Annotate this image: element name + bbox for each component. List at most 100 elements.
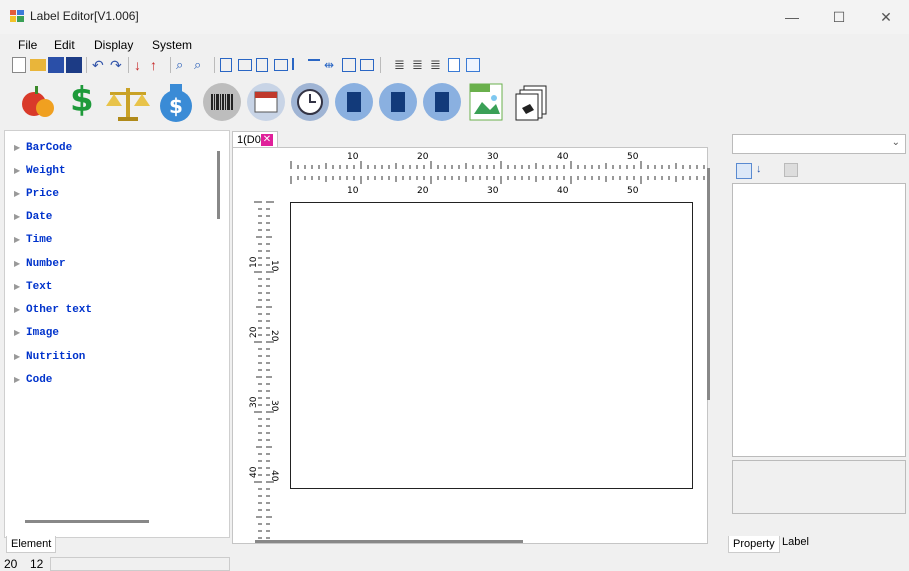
expand-arrow-icon[interactable]: ▶ [14,328,26,337]
tab-label[interactable]: Label [778,534,813,550]
label-canvas[interactable] [290,202,693,489]
expand-arrow-icon[interactable]: ▶ [14,375,26,384]
page-icon[interactable] [448,58,460,72]
tree-item-label: Text [26,281,53,293]
align-top-icon[interactable] [238,59,252,71]
nutrition-pages-icon[interactable] [512,82,552,122]
tree-item-label: Nutrition [26,351,86,363]
horizontal-scrollbar[interactable] [255,540,523,543]
align-left-icon[interactable] [220,58,232,72]
maximize-button[interactable]: ☐ [816,0,862,34]
save-icon[interactable] [48,57,64,73]
tree-item-label: Other text [26,304,93,316]
tree-horizontal-scrollbar[interactable] [25,520,149,523]
move-up-icon[interactable]: ↑ [150,57,166,73]
tree-item-label: BarCode [26,142,73,154]
calendar-icon[interactable] [246,82,286,122]
distribute-horizontal-icon[interactable]: ⇹ [324,57,340,73]
expand-arrow-icon[interactable]: ▶ [14,282,26,291]
expand-arrow-icon[interactable]: ▶ [14,235,26,244]
align-right-icon[interactable] [256,58,268,72]
expand-arrow-icon[interactable]: ▶ [14,189,26,198]
tree-item-price[interactable]: ▶ Price [14,188,59,208]
tab-element[interactable]: Element [6,536,57,553]
text-align-left-icon[interactable]: ≣ [394,57,410,73]
close-button[interactable]: ✕ [863,0,909,34]
ruler-label-left: 30 [249,396,259,408]
new-file-icon[interactable] [12,57,26,73]
menu-display[interactable]: Display [94,38,133,52]
property-grid[interactable] [732,183,906,457]
tree-item-date[interactable]: ▶ Date [14,211,52,231]
tree-item-number[interactable]: ▶ Number [14,258,66,278]
move-down-icon[interactable]: ↓ [134,57,150,73]
ruler-label-right: 30 [269,400,279,412]
menu-file[interactable]: File [18,38,37,52]
same-size-icon[interactable] [342,58,356,72]
tree-item-time[interactable]: ▶ Time [14,234,52,254]
tree-item-other-text[interactable]: ▶ Other text [14,304,92,324]
zoom-out-icon[interactable]: ⌕ [194,57,210,73]
minimize-button[interactable]: — [769,0,815,34]
save-as-icon[interactable] [66,57,82,73]
standard-toolbar: ↶ ↷ ↓ ↑ ⌕ ⌕ ⇹ ≣ ≣ ≣ [4,54,600,76]
text-document-icon[interactable] [378,82,418,122]
bmp-image-icon[interactable] [466,80,506,124]
vertical-scrollbar[interactable] [707,168,710,400]
text-align-center-icon[interactable]: ≣ [412,57,428,73]
property-pages-icon[interactable] [784,163,798,177]
tree-scrollbar[interactable] [217,151,220,219]
ruler-label-right: 10 [269,260,279,272]
price-icon[interactable]: $ [70,80,94,120]
status-panel [50,557,230,571]
same-width-icon[interactable] [360,59,374,71]
open-folder-icon[interactable] [30,59,46,71]
ruler-label-left: 10 [249,256,259,268]
tree-item-code[interactable]: ▶ Code [14,374,52,394]
tree-item-image[interactable]: ▶ Image [14,327,59,347]
categorized-view-icon[interactable] [736,163,752,179]
window-title: Label Editor[V1.006] [30,9,139,23]
tree-item-text[interactable]: ▶ Text [14,281,52,301]
ruler-label-left: 20 [249,326,259,338]
align-bottom-icon[interactable] [274,59,288,71]
app-icon [10,10,24,22]
number-document-icon[interactable] [334,82,374,122]
money-bag-icon[interactable]: $ [154,80,198,124]
expand-arrow-icon[interactable]: ▶ [14,305,26,314]
menu-edit[interactable]: Edit [54,38,75,52]
redo-icon[interactable]: ↷ [110,57,126,73]
undo-icon[interactable]: ↶ [92,57,108,73]
page-setup-icon[interactable] [466,58,480,72]
expand-arrow-icon[interactable]: ▶ [14,352,26,361]
center-horizontal-icon[interactable] [308,59,320,71]
tab-property[interactable]: Property [728,536,780,553]
produce-icon[interactable] [18,82,58,122]
other-text-document-icon[interactable] [422,82,462,122]
tree-item-barcode[interactable]: ▶ BarCode [14,142,72,162]
tree-item-label: Code [26,374,53,386]
expand-arrow-icon[interactable]: ▶ [14,166,26,175]
clock-icon[interactable] [290,82,330,122]
svg-text:$: $ [169,94,183,118]
center-vertical-icon[interactable] [292,58,302,70]
ruler-label-top: 30 [487,152,499,162]
ruler-label-bottom: 40 [557,186,569,196]
menu-system[interactable]: System [152,38,192,52]
expand-arrow-icon[interactable]: ▶ [14,259,26,268]
right-tab-strip: Property Label [728,536,908,554]
barcode-icon[interactable] [202,82,242,122]
ruler-label-right: 40 [269,470,279,482]
tree-item-weight[interactable]: ▶ Weight [14,165,66,185]
zoom-in-icon[interactable]: ⌕ [176,57,192,73]
expand-arrow-icon[interactable]: ▶ [14,212,26,221]
text-align-right-icon[interactable]: ≣ [430,57,446,73]
object-selector-dropdown[interactable]: ⌄ [732,134,906,154]
document-tab[interactable]: 1(D0 ✕ [232,131,278,148]
chevron-down-icon: ⌄ [891,137,900,148]
scale-icon[interactable] [104,84,152,122]
expand-arrow-icon[interactable]: ▶ [14,143,26,152]
tree-item-nutrition[interactable]: ▶ Nutrition [14,351,85,371]
alphabetical-sort-icon[interactable]: ↓ [756,163,762,175]
close-tab-icon[interactable]: ✕ [261,134,273,146]
